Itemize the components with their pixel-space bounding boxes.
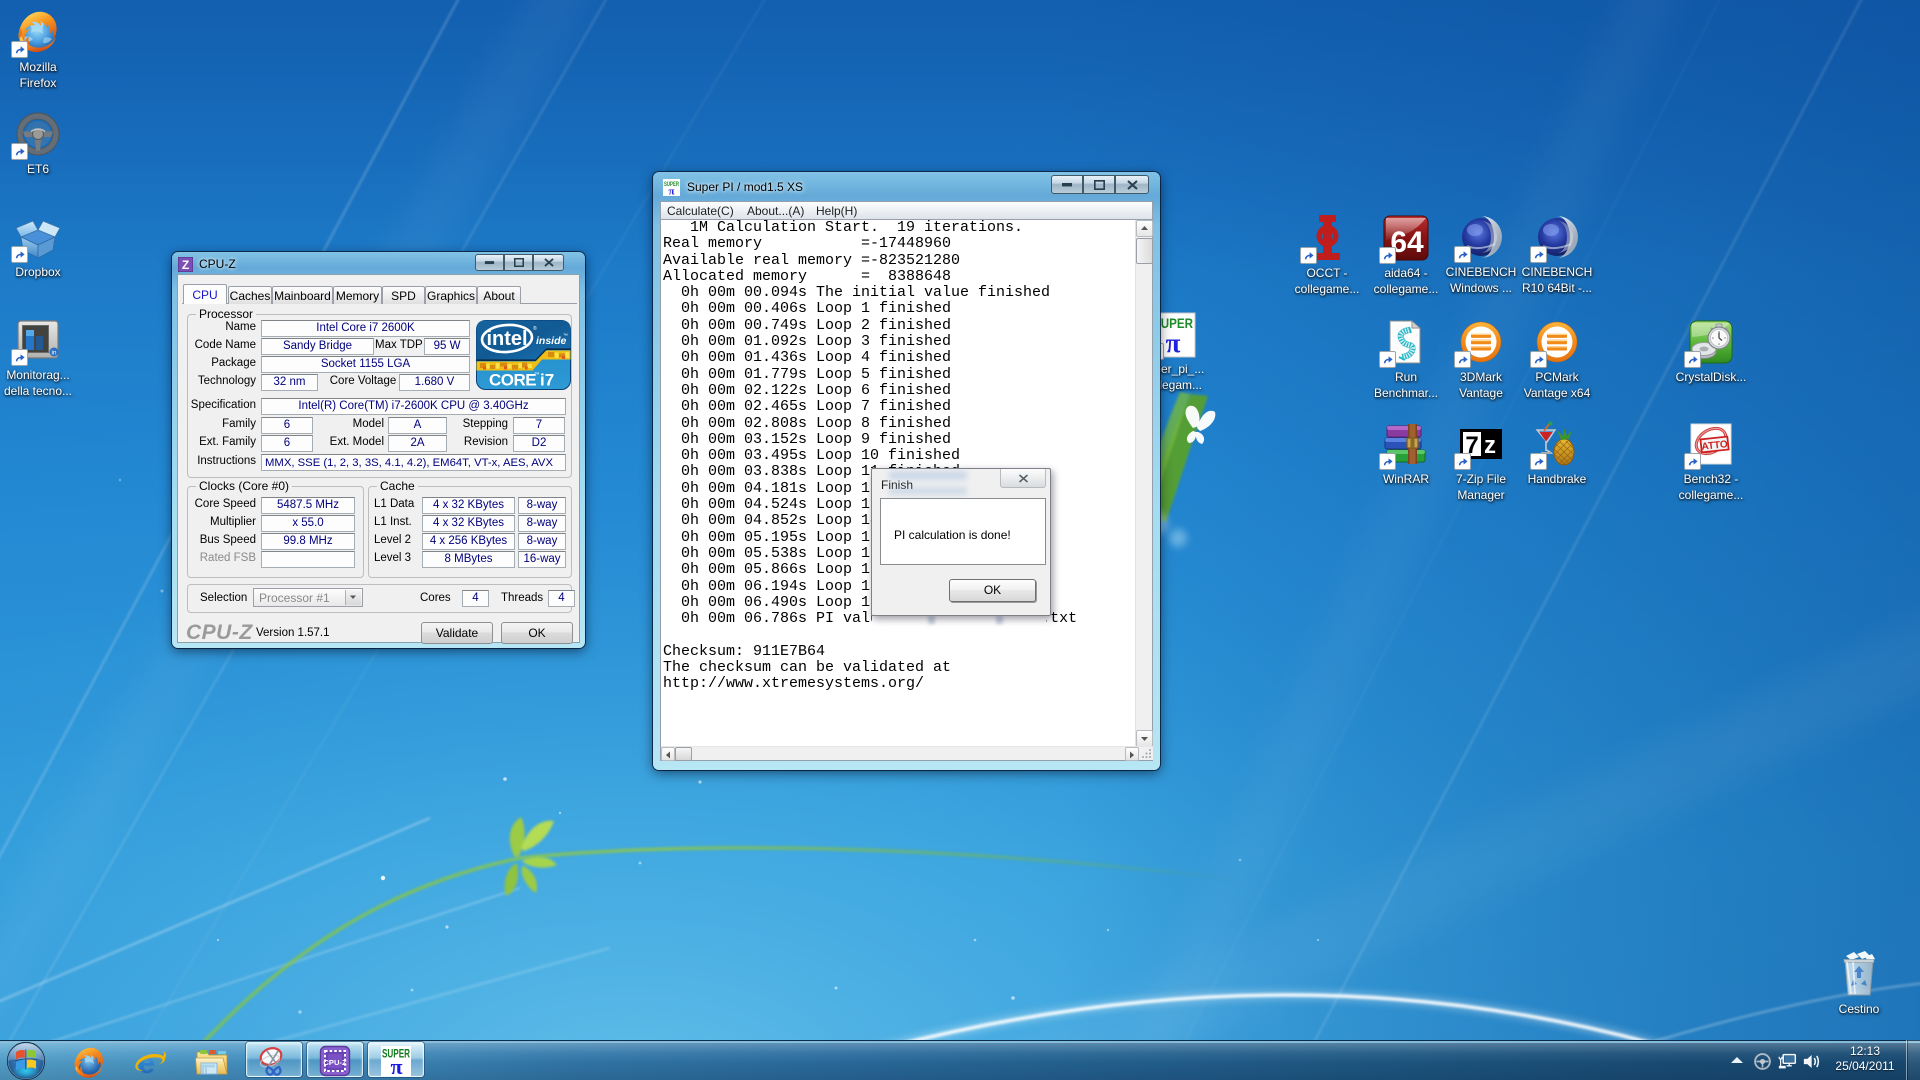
svg-text:Z: Z xyxy=(182,258,189,272)
svg-text:CPU-Z: CPU-Z xyxy=(323,1058,347,1067)
svg-text:inside: inside xyxy=(536,335,567,347)
svg-text:π: π xyxy=(1166,328,1181,358)
svg-text:in: in xyxy=(51,350,56,357)
svg-text:CORE: CORE xyxy=(489,371,536,390)
svg-text:intel: intel xyxy=(486,328,527,350)
svg-text:π: π xyxy=(668,186,674,197)
svg-text:z: z xyxy=(1484,432,1496,459)
svg-text:™: ™ xyxy=(563,333,568,339)
svg-text:®: ® xyxy=(533,325,537,332)
svg-text:π: π xyxy=(390,1054,402,1077)
svg-text:™: ™ xyxy=(534,372,540,378)
svg-text:i7: i7 xyxy=(540,371,554,390)
